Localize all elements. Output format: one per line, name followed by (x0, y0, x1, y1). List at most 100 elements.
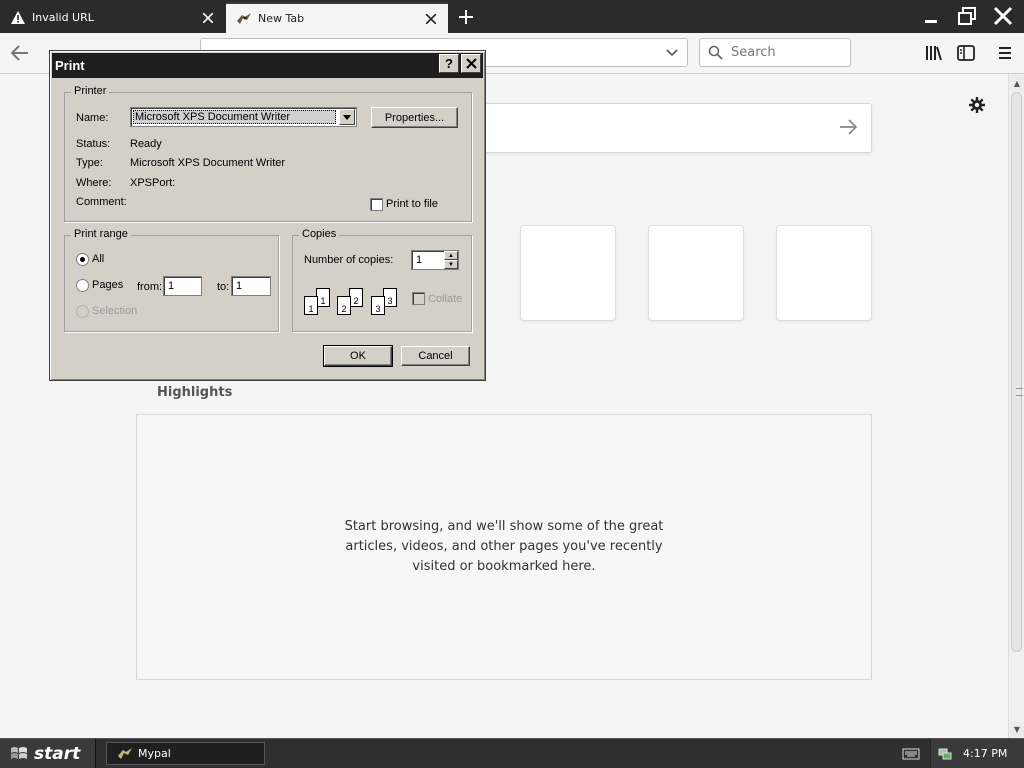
menu-button[interactable] (993, 41, 1017, 65)
warning-icon (10, 10, 26, 26)
arrow-right-icon[interactable] (839, 119, 858, 138)
printer-name-select[interactable]: Microsoft XPS Document Writer (130, 107, 357, 127)
dialog-close-button[interactable] (461, 54, 481, 73)
print-dialog: Print ? Printer Name: Microsoft XPS Docu… (49, 50, 486, 381)
copies-stepper[interactable]: ▲ ▼ (444, 251, 458, 269)
collate-page-icon: 1 (316, 288, 330, 307)
back-button[interactable] (4, 37, 36, 69)
range-all-radio[interactable] (76, 253, 89, 266)
from-label: from: (137, 281, 163, 293)
tab-label: New Tab (258, 12, 305, 25)
new-tab-button[interactable] (455, 6, 477, 28)
type-label: Type: (76, 157, 103, 169)
network-icon[interactable] (937, 746, 953, 762)
clock[interactable]: 4:17 PM (963, 747, 1007, 760)
chevron-down-icon[interactable] (665, 45, 679, 62)
name-label: Name: (76, 112, 109, 124)
where-value: XPSPort: (130, 177, 176, 189)
plus-icon (459, 10, 473, 24)
help-icon: ? (445, 56, 453, 71)
library-button[interactable] (922, 41, 946, 65)
range-all-label: All (92, 253, 105, 265)
help-button[interactable]: ? (439, 54, 459, 73)
dialog-title-bar[interactable]: Print (52, 53, 483, 78)
taskbar-item-mypal[interactable]: Mypal (106, 742, 265, 765)
top-site-tile[interactable] (520, 225, 616, 321)
to-label: to: (217, 281, 230, 293)
tab-invalid-url[interactable]: Invalid URL (0, 2, 225, 33)
top-site-tile[interactable] (648, 225, 744, 321)
collate-page-icon: 2 (337, 296, 351, 315)
tab-strip: Invalid URL New Tab (0, 0, 1024, 33)
gear-icon (969, 97, 985, 113)
close-tab-icon[interactable] (201, 11, 215, 25)
library-icon (926, 46, 942, 61)
windows-flag-icon (11, 746, 27, 759)
close-window-button[interactable] (986, 3, 1020, 29)
search-placeholder: Search (731, 45, 776, 60)
settings-button[interactable] (966, 94, 988, 116)
close-icon (465, 58, 477, 69)
range-pages-label: Pages (92, 279, 124, 291)
status-label: Status: (76, 138, 111, 150)
start-button[interactable]: start (0, 739, 96, 768)
properties-label: Properties... (384, 111, 445, 124)
search-bar[interactable]: Search (699, 38, 851, 67)
from-page-input[interactable]: 1 (163, 276, 202, 296)
start-label: start (34, 743, 81, 764)
collate-checkbox[interactable] (412, 292, 425, 305)
minimize-button[interactable] (914, 3, 948, 29)
range-selection-radio[interactable] (76, 305, 89, 318)
vertical-scrollbar[interactable]: ▲ ▼ (1008, 74, 1024, 738)
system-tray: 4:17 PM (930, 739, 1024, 768)
where-label: Where: (76, 177, 112, 189)
printer-group-label: Printer (71, 85, 110, 97)
hamburger-icon (999, 47, 1011, 59)
scroll-thumb[interactable] (1011, 92, 1023, 652)
comment-label: Comment: (76, 196, 127, 208)
taskbar: start Mypal 4:17 PM (0, 738, 1024, 768)
chevron-down-icon[interactable] (339, 109, 355, 125)
tab-label: Invalid URL (32, 11, 94, 24)
copies-group-label: Copies (299, 228, 340, 240)
to-page-input[interactable]: 1 (231, 276, 271, 296)
dialog-title: Print (55, 58, 85, 73)
page-search-box[interactable] (470, 103, 872, 153)
highlights-empty-state: Start browsing, and we'll show some of t… (136, 414, 872, 680)
highlights-title: Highlights (157, 385, 233, 400)
type-value: Microsoft XPS Document Writer (130, 157, 286, 169)
back-arrow-icon (11, 45, 28, 61)
ok-button[interactable]: OK (323, 345, 393, 367)
mypal-icon (236, 11, 252, 27)
step-down-icon[interactable]: ▼ (444, 260, 458, 269)
printer-name-value: Microsoft XPS Document Writer (133, 110, 336, 124)
collate-page-icon: 2 (349, 288, 363, 307)
copies-label: Number of copies: (304, 254, 394, 266)
close-tab-icon[interactable] (424, 12, 438, 26)
sidebar-icon (957, 45, 975, 61)
tab-new-tab[interactable]: New Tab (226, 2, 448, 33)
highlights-empty-message: Start browsing, and we'll show some of t… (344, 519, 664, 574)
close-icon (993, 6, 1013, 26)
print-to-file-label: Print to file (386, 198, 438, 210)
print-range-label: Print range (71, 228, 131, 240)
properties-button[interactable]: Properties... (371, 107, 458, 128)
cancel-label: Cancel (418, 350, 453, 362)
collate-page-icon: 3 (371, 296, 385, 315)
scroll-down-icon[interactable]: ▼ (1010, 721, 1024, 737)
collate-label: Collate (428, 293, 463, 305)
sidebar-button[interactable] (954, 41, 978, 65)
top-site-tile[interactable] (776, 225, 872, 321)
ok-label: OK (350, 350, 366, 362)
collate-page-icon: 1 (304, 296, 318, 315)
scroll-up-icon[interactable]: ▲ (1010, 75, 1024, 91)
cancel-button[interactable]: Cancel (401, 346, 470, 366)
step-up-icon[interactable]: ▲ (444, 251, 458, 260)
restore-button[interactable] (950, 3, 984, 29)
print-to-file-checkbox[interactable] (370, 198, 383, 211)
collate-page-icon: 3 (383, 288, 397, 307)
keyboard-icon[interactable] (902, 746, 920, 760)
mypal-icon (118, 747, 132, 759)
restore-icon (958, 7, 976, 25)
range-pages-radio[interactable] (76, 279, 89, 292)
